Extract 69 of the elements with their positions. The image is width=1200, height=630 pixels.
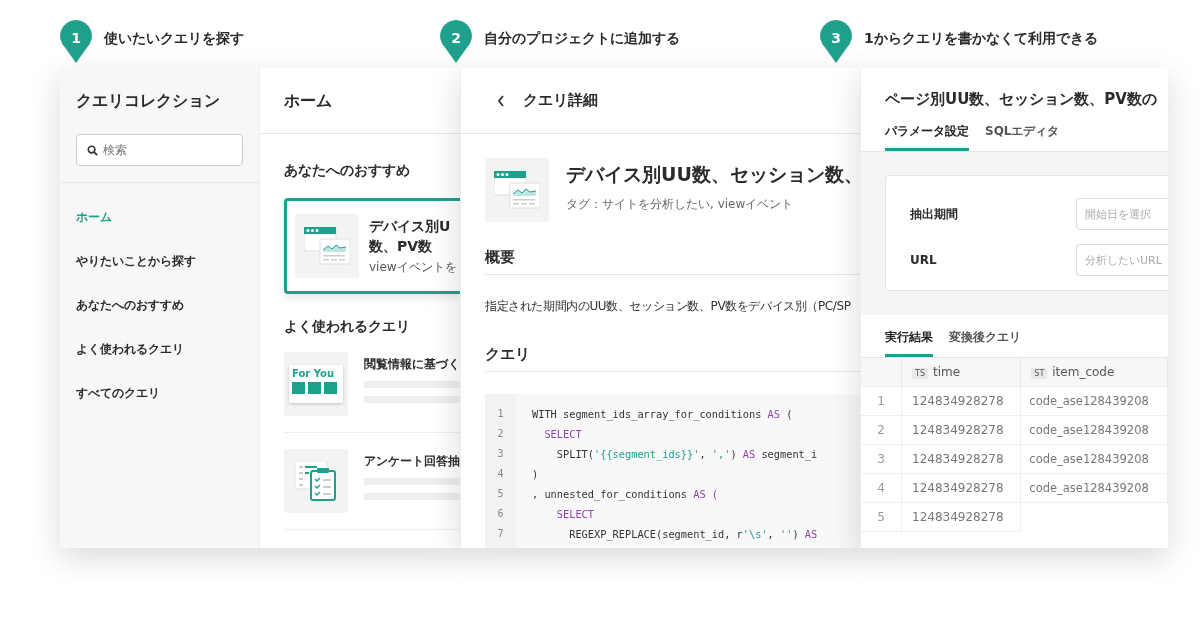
step-marker: 2 <box>440 20 472 64</box>
line-number: 1 <box>496 407 505 421</box>
query-title[interactable]: 閲覧情報に基づく <box>364 356 460 373</box>
row-number: 5 <box>861 502 902 532</box>
code-line: REGEXP_REPLACE(segment_id, r'\s', '') AS <box>568 527 818 543</box>
query-card[interactable]: デバイス別U 数、PV数 viewイベントを <box>284 198 460 294</box>
row-number: 1 <box>861 386 902 416</box>
table-cell: 124834928278 <box>901 473 1021 503</box>
line-number: 2 <box>496 427 505 441</box>
code-line: , unnested_for_conditions AS ( <box>532 487 719 503</box>
query-title[interactable]: アンケート回答抽 <box>364 453 460 470</box>
table-cell: 124834928278 <box>901 415 1021 445</box>
step-label: 自分のプロジェクトに追加する <box>484 29 680 48</box>
code-line: SPLIT('{{segment_ids}}', ',') AS segment_i <box>555 447 818 463</box>
query-tags: viewイベントを <box>369 259 457 276</box>
query-title: デバイス別UU数、セッション数、 <box>566 162 860 187</box>
step-label: 使いたいクエリを探す <box>104 29 244 48</box>
table-cell: 124834928278 <box>901 386 1021 416</box>
code-line: WITH segment_ids_array_for_conditions AS ( <box>532 407 794 423</box>
row-number: 4 <box>861 473 902 503</box>
table-cell: code_ase128439208 <box>1020 386 1168 416</box>
tab[interactable]: SQLエディタ <box>985 117 1060 151</box>
browser-chart-icon <box>304 227 350 265</box>
page-title: ホーム <box>284 90 333 112</box>
line-number: 5 <box>496 487 505 501</box>
description-text: 指定された期間内のUU数、セッション数、PV数をデバイス別（PC/SP <box>485 298 852 315</box>
line-number: 6 <box>496 507 505 521</box>
recommendation-card-icon: For You <box>289 365 343 403</box>
search-field[interactable]: 検索 <box>76 134 243 166</box>
panel-title: クエリ詳細 <box>523 91 598 110</box>
input-field[interactable]: 分析したいURL <box>1076 244 1168 276</box>
query-tags: タグ：サイトを分析したい, viewイベント <box>566 196 860 213</box>
table-cell: code_ase128439208 <box>1020 444 1168 474</box>
search-icon <box>87 145 98 156</box>
column-header: ST item_code <box>1020 357 1168 387</box>
code-line: ) <box>532 467 540 482</box>
line-number: 7 <box>496 527 505 541</box>
row-number: 2 <box>861 415 902 445</box>
table-cell: 124834928278 <box>901 444 1021 474</box>
field-label: 抽出期間 <box>910 205 959 223</box>
section-heading: 概要 <box>485 247 516 268</box>
code-line: SELECT <box>543 427 583 442</box>
step-marker: 1 <box>60 20 92 64</box>
code-line: SELECT <box>555 507 595 522</box>
query-title: デバイス別U 数、PV数 <box>369 217 452 256</box>
back-icon[interactable] <box>497 94 505 107</box>
line-number: 3 <box>496 447 505 461</box>
sidebar-item[interactable]: あなたへのおすすめ <box>60 293 259 337</box>
column-header: TS time <box>901 357 1021 387</box>
input-field[interactable]: 開始日を選択 <box>1076 198 1168 230</box>
tab[interactable]: 変換後クエリ <box>949 323 1021 357</box>
table-cell: 124834928278 <box>901 502 1021 532</box>
clipboard-checklist-icon <box>295 461 337 501</box>
sidebar-item[interactable]: よく使われるクエリ <box>60 337 259 381</box>
step-label: 1からクエリを書かなくて利用できる <box>864 29 1098 48</box>
section-heading: クエリ <box>485 344 531 365</box>
field-label: URL <box>910 253 938 267</box>
section-heading: あなたへのおすすめ <box>284 162 411 180</box>
sidebar-item[interactable]: すべてのクエリ <box>60 381 259 425</box>
table-cell: code_ase128439208 <box>1020 473 1168 503</box>
row-number: 3 <box>861 444 902 474</box>
sidebar-item[interactable]: やりたいことから探す <box>60 249 259 293</box>
section-heading: よく使われるクエリ <box>284 318 411 336</box>
query-title: ページ別UU数、セッション数、PV数の <box>885 90 1158 109</box>
table-cell: code_ase128439208 <box>1020 415 1168 445</box>
sidebar-title: クエリコレクション <box>75 90 221 112</box>
step-marker: 3 <box>820 20 852 64</box>
browser-chart-icon <box>494 171 540 209</box>
line-number: 4 <box>496 467 505 481</box>
